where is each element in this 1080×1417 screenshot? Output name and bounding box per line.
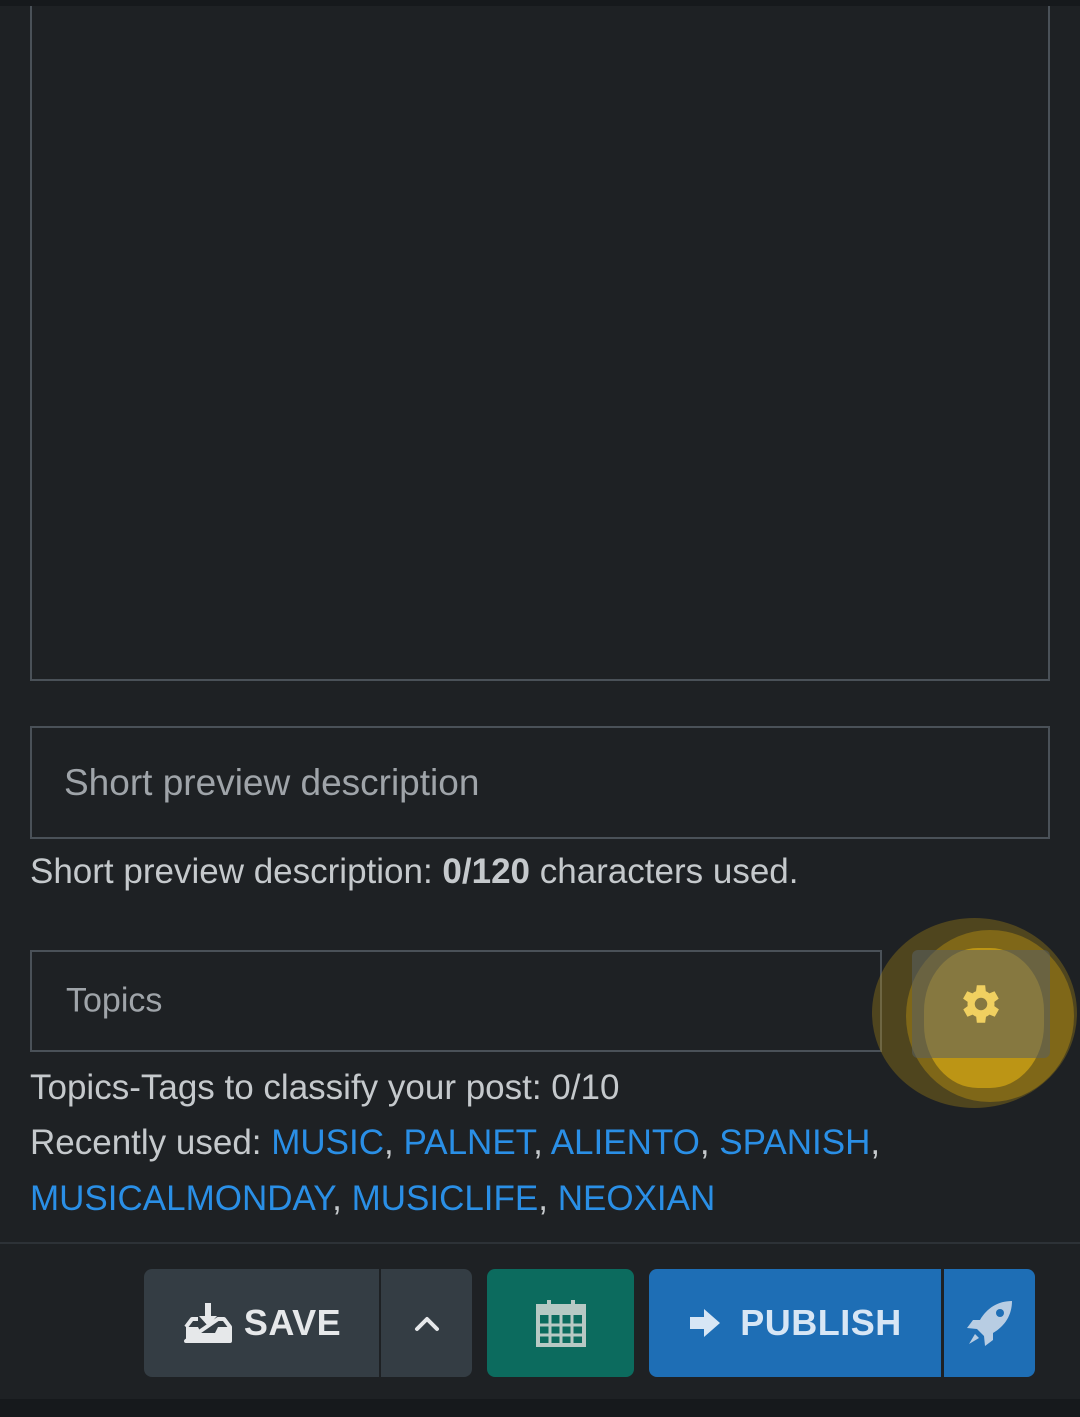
recently-used-line-2: MUSICALMONDAY, MUSICLIFE, NEOXIAN <box>30 1179 716 1218</box>
topics-placeholder: Topics <box>66 981 163 1020</box>
tag-link-music[interactable]: MUSIC <box>271 1123 384 1162</box>
save-button-label: SAVE <box>243 1302 342 1343</box>
recently-used-label: Recently used: <box>30 1123 272 1162</box>
publish-button[interactable]: PUBLISH <box>649 1269 941 1377</box>
rocket-icon <box>966 1301 1012 1346</box>
gear-icon <box>963 985 999 1023</box>
short-description-helper-suffix: characters used. <box>530 852 799 891</box>
calendar-icon <box>535 1300 586 1347</box>
topics-helper: Topics-Tags to classify your post: 0/10 <box>30 1068 620 1107</box>
schedule-button[interactable] <box>487 1269 634 1377</box>
topics-input[interactable]: Topics <box>30 950 882 1052</box>
tag-link-neoxian[interactable]: NEOXIAN <box>558 1179 716 1218</box>
short-description-count: 0/120 <box>442 852 531 891</box>
recently-used-line-1: Recently used: MUSIC, PALNET, ALIENTO, S… <box>30 1123 881 1162</box>
tag-link-spanish[interactable]: SPANISH <box>719 1123 870 1162</box>
tag-link-musicalmonday[interactable]: MUSICALMONDAY <box>30 1179 332 1218</box>
publish-now-button[interactable] <box>944 1269 1035 1377</box>
save-options-button[interactable] <box>381 1269 472 1377</box>
topics-settings-button[interactable] <box>912 950 1050 1058</box>
publish-button-label: PUBLISH <box>740 1302 902 1343</box>
arrow-right-icon <box>690 1309 721 1337</box>
tag-link-palnet[interactable]: PALNET <box>403 1123 533 1162</box>
short-description-helper: Short preview description: 0/120 charact… <box>30 852 798 892</box>
post-editor-page: Short preview description Short preview … <box>0 0 1080 1417</box>
chevron-up-icon <box>414 1317 439 1331</box>
download-tray-icon <box>183 1303 232 1343</box>
bottom-edge <box>0 1399 1080 1417</box>
short-description-placeholder: Short preview description <box>64 761 480 803</box>
post-body-editor[interactable] <box>30 6 1050 681</box>
topics-settings-highlight <box>872 918 1077 1108</box>
tag-link-musiclife[interactable]: MUSICLIFE <box>352 1179 539 1218</box>
save-button[interactable]: SAVE <box>144 1269 379 1377</box>
short-description-helper-prefix: Short preview description: <box>30 852 443 891</box>
short-description-input[interactable]: Short preview description <box>30 726 1050 839</box>
tag-link-aliento[interactable]: ALIENTO <box>551 1123 700 1162</box>
